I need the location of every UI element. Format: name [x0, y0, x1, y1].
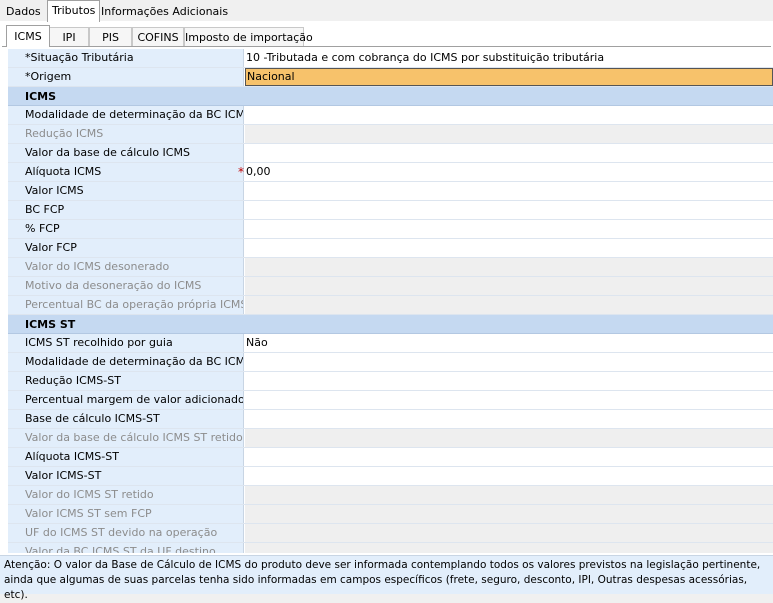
- base-calculo-icms-st-field[interactable]: [245, 410, 773, 428]
- row-percentual-fcp: % FCP: [8, 220, 773, 239]
- valor-icms-st-field[interactable]: [245, 467, 773, 485]
- row-uf-icms-st: UF do ICMS ST devido na operação: [8, 524, 773, 543]
- tab-imposto-importacao[interactable]: Imposto de importação: [184, 27, 313, 46]
- field-label: Redução ICMS: [8, 125, 244, 143]
- situacao-tributaria-select[interactable]: 10 -Tributada e com cobrança do ICMS por…: [245, 49, 773, 67]
- field-label: BC FCP: [8, 201, 244, 219]
- field-label: Valor ICMS ST sem FCP: [8, 505, 244, 523]
- bc-fcp-field[interactable]: [245, 201, 773, 219]
- tributos-panel: ICMS IPI PIS COFINS Imposto de importaçã…: [0, 21, 773, 594]
- icms-desonerado-field: [245, 258, 773, 276]
- tab-cofins[interactable]: COFINS: [132, 27, 184, 46]
- field-label: Alíquota ICMS: [8, 163, 244, 181]
- aliquota-icms-field[interactable]: 0,00: [245, 163, 773, 181]
- tab-tributos[interactable]: Tributos: [47, 0, 101, 22]
- row-bc-icms-st-retido: Valor da base de cálculo ICMS ST retido: [8, 429, 773, 448]
- row-icms-st-retido: Valor do ICMS ST retido: [8, 486, 773, 505]
- row-percentual-bc-propria: Percentual BC da operação própria ICMS: [8, 296, 773, 315]
- icms-st-guia-select[interactable]: Não: [245, 334, 773, 352]
- row-aliquota-icms: Alíquota ICMS * 0,00: [8, 163, 773, 182]
- icms-st-sem-fcp-field: [245, 505, 773, 523]
- row-valor-bc-icms: Valor da base de cálculo ICMS: [8, 144, 773, 163]
- row-motivo-desoneracao: Motivo da desoneração do ICMS: [8, 277, 773, 296]
- percentual-fcp-field[interactable]: [245, 220, 773, 238]
- icms-st-retido-field: [245, 486, 773, 504]
- field-label: ICMS ST recolhido por guia: [8, 334, 244, 352]
- uf-icms-st-field: [245, 524, 773, 542]
- bc-icms-st-retido-field: [245, 429, 773, 447]
- row-valor-fcp: Valor FCP: [8, 239, 773, 258]
- motivo-desoneracao-field: [245, 277, 773, 295]
- tab-informacoes-adicionais[interactable]: Informações Adicionais: [97, 2, 232, 21]
- tab-icms[interactable]: ICMS: [6, 25, 50, 47]
- row-icms-st-sem-fcp: Valor ICMS ST sem FCP: [8, 505, 773, 524]
- row-modalidade-bc-icms: Modalidade de determinação da BC ICMS: [8, 106, 773, 125]
- field-label: Valor do ICMS ST retido: [8, 486, 244, 504]
- row-valor-icms-st: Valor ICMS-ST: [8, 467, 773, 486]
- field-label: Percentual margem de valor adicionado IC…: [8, 391, 244, 409]
- field-label: Valor do ICMS desonerado: [8, 258, 244, 276]
- row-reducao-icms-st: Redução ICMS-ST: [8, 372, 773, 391]
- row-reducao-icms: Redução ICMS: [8, 125, 773, 144]
- margem-valor-adicionado-field[interactable]: [245, 391, 773, 409]
- row-bc-fcp: BC FCP: [8, 201, 773, 220]
- row-situacao-tributaria: *Situação Tributária 10 -Tributada e com…: [8, 49, 773, 68]
- field-label: Valor da base de cálculo ICMS: [8, 144, 244, 162]
- row-base-calculo-icms-st: Base de cálculo ICMS-ST: [8, 410, 773, 429]
- valor-fcp-field[interactable]: [245, 239, 773, 257]
- reducao-icms-st-field[interactable]: [245, 372, 773, 390]
- field-label: % FCP: [8, 220, 244, 238]
- field-label: Redução ICMS-ST: [8, 372, 244, 390]
- attention-note: Atenção: O valor da Base de Cálculo de I…: [0, 555, 773, 601]
- field-label: Motivo da desoneração do ICMS: [8, 277, 244, 295]
- origem-label: *Origem: [8, 68, 244, 86]
- valor-icms-field[interactable]: [245, 182, 773, 200]
- modalidade-bc-icms-st-field[interactable]: [245, 353, 773, 371]
- row-aliquota-icms-st: Alíquota ICMS-ST: [8, 448, 773, 467]
- field-label: UF do ICMS ST devido na operação: [8, 524, 244, 542]
- note-line-1: Atenção: O valor da Base de Cálculo de I…: [4, 559, 761, 571]
- row-icms-st-guia: ICMS ST recolhido por guia Não: [8, 334, 773, 353]
- field-label: Valor da BC ICMS ST da UF destino: [8, 543, 244, 553]
- main-tab-bar: Dados Tributos Informações Adicionais: [0, 0, 773, 22]
- field-label: Modalidade de determinação da BC ICMS ST: [8, 353, 244, 371]
- row-origem: *Origem Nacional: [8, 68, 773, 87]
- field-label: Valor ICMS: [8, 182, 244, 200]
- reducao-icms-field: [245, 125, 773, 143]
- note-line-2: ainda que algumas de suas parcelas tenha…: [4, 574, 748, 601]
- section-icms-header: ICMS: [8, 87, 773, 106]
- row-modalidade-bc-icms-st: Modalidade de determinação da BC ICMS ST: [8, 353, 773, 372]
- row-icms-desonerado: Valor do ICMS desonerado: [8, 258, 773, 277]
- field-label: Valor ICMS-ST: [8, 467, 244, 485]
- field-label: Valor da base de cálculo ICMS ST retido: [8, 429, 244, 447]
- field-label: Base de cálculo ICMS-ST: [8, 410, 244, 428]
- modalidade-bc-icms-field[interactable]: [245, 106, 773, 124]
- tax-tab-bar: ICMS IPI PIS COFINS Imposto de importaçã…: [2, 25, 771, 47]
- tab-pis[interactable]: PIS: [89, 27, 132, 46]
- tab-ipi[interactable]: IPI: [49, 27, 89, 46]
- aliquota-icms-st-field[interactable]: [245, 448, 773, 466]
- situacao-tributaria-label: *Situação Tributária: [8, 49, 244, 67]
- valor-bc-icms-field[interactable]: [245, 144, 773, 162]
- property-grid: *Situação Tributária 10 -Tributada e com…: [8, 49, 773, 553]
- field-label: Valor FCP: [8, 239, 244, 257]
- origem-select[interactable]: Nacional: [245, 68, 773, 86]
- row-valor-icms: Valor ICMS: [8, 182, 773, 201]
- row-bc-icms-st-uf-destino: Valor da BC ICMS ST da UF destino: [8, 543, 773, 553]
- field-label: Modalidade de determinação da BC ICMS: [8, 106, 244, 124]
- field-label: Percentual BC da operação própria ICMS: [8, 296, 244, 314]
- percentual-bc-propria-field: [245, 296, 773, 314]
- tab-dados[interactable]: Dados: [2, 2, 45, 21]
- required-marker: *: [238, 165, 244, 179]
- field-label: Alíquota ICMS-ST: [8, 448, 244, 466]
- section-icms-st-header: ICMS ST: [8, 315, 773, 334]
- row-margem-valor-adicionado: Percentual margem de valor adicionado IC…: [8, 391, 773, 410]
- bc-icms-st-uf-destino-field: [245, 543, 773, 553]
